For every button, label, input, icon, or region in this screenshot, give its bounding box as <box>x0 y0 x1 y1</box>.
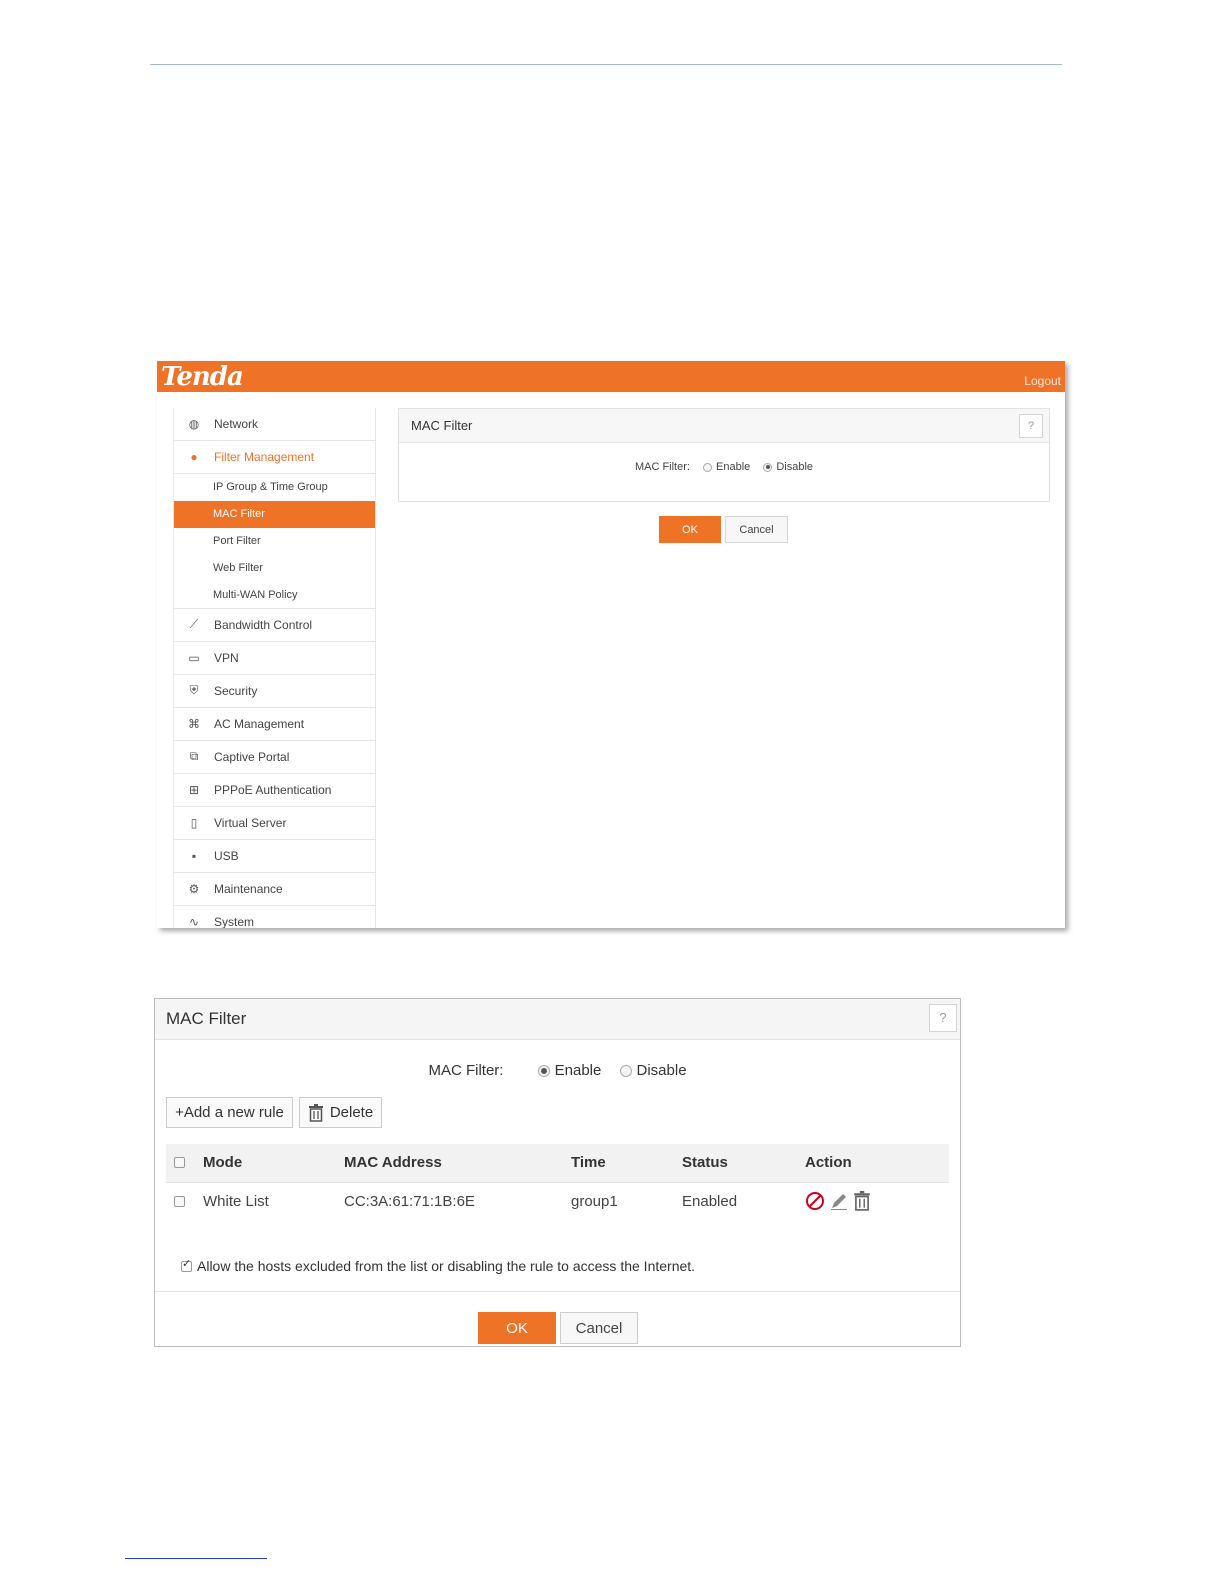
server-icon: ▯ <box>190 815 198 830</box>
sidebar-item-label: System <box>214 914 255 928</box>
ok-button[interactable]: OK <box>659 516 721 543</box>
sidebar-item-bandwidth-control[interactable]: ⟋ Bandwidth Control <box>174 609 375 642</box>
bandwidth-icon: ⟋ <box>189 617 199 632</box>
sidebar-item-security[interactable]: ⛨ Security <box>174 675 375 708</box>
vpn-icon: ▭ <box>188 650 200 665</box>
sidebar-item-network[interactable]: ◍ Network <box>174 408 375 441</box>
enable-radio[interactable] <box>537 1065 550 1078</box>
disable-radio[interactable] <box>619 1065 632 1078</box>
globe-icon: ◍ <box>188 417 200 431</box>
allow-hosts-option: Allow the hosts excluded from the list o… <box>181 1257 696 1274</box>
footer-link-underline[interactable] <box>125 1558 267 1559</box>
select-all-checkbox[interactable] <box>174 1157 185 1168</box>
mac-filter-panel: MAC Filter ? MAC Filter: Enable Disable <box>398 408 1050 502</box>
pulse-icon: ∿ <box>188 914 200 928</box>
allow-hosts-label: Allow the hosts excluded from the list o… <box>197 1258 696 1274</box>
add-rule-button[interactable]: +Add a new rule <box>166 1097 293 1128</box>
enable-label: Enable <box>716 461 751 473</box>
col-status: Status <box>682 1154 728 1171</box>
cell-action <box>805 1191 871 1213</box>
brand-logo: Tenda <box>161 362 244 392</box>
filter-user-icon: ● <box>190 450 198 464</box>
sidebar-item-label: Security <box>214 683 258 698</box>
table-header: Mode MAC Address Time Status Action <box>166 1144 949 1183</box>
sidebar-item-label: Bandwidth Control <box>214 617 313 632</box>
shield-icon: ⛨ <box>189 683 199 698</box>
sidebar-item-label: Captive Portal <box>214 749 290 764</box>
sidebar-item-vpn[interactable]: ▭ VPN <box>174 642 375 675</box>
col-mode: Mode <box>203 1154 243 1171</box>
header-rule <box>150 64 1062 65</box>
mac-filter-toggle-row: MAC Filter: Enable Disable <box>399 461 1049 473</box>
cell-mac-address: CC:3A:61:71:1B:6E <box>344 1193 475 1210</box>
sidebar-item-label: Maintenance <box>214 881 283 896</box>
sidebar-item-usb[interactable]: ▪ USB <box>174 840 375 873</box>
sidebar-item-label: Filter Management <box>214 450 315 464</box>
delete-button[interactable]: Delete <box>299 1097 382 1128</box>
table-row: White List CC:3A:61:71:1B:6E group1 Enab… <box>166 1183 949 1221</box>
submenu-port-filter[interactable]: Port Filter <box>174 528 375 555</box>
router-ui-screenshot: Tenda Logout ◍ Network ● Filter Manageme… <box>157 361 1065 928</box>
top-bar: Tenda Logout <box>157 361 1065 392</box>
sidebar-item-label: AC Management <box>214 716 305 731</box>
col-time: Time <box>571 1154 606 1171</box>
sidebar-item-pppoe-authentication[interactable]: ⊞ PPPoE Authentication <box>174 774 375 807</box>
filter-submenu: IP Group & Time Group MAC Filter Port Fi… <box>174 474 375 609</box>
submenu-ip-group[interactable]: IP Group & Time Group <box>174 474 375 501</box>
allow-hosts-checkbox[interactable] <box>181 1257 192 1272</box>
sidebar: ◍ Network ● Filter Management IP Group &… <box>173 408 376 928</box>
sidebar-item-ac-management[interactable]: ⌘ AC Management <box>174 708 375 741</box>
mac-filter-label: MAC Filter: <box>634 461 690 473</box>
panel-header: MAC Filter ? <box>399 409 1049 443</box>
sidebar-item-label: VPN <box>214 650 239 665</box>
sidebar-item-label: Virtual Server <box>214 815 287 830</box>
cell-status: Enabled <box>682 1193 738 1210</box>
submenu-multi-wan-policy[interactable]: Multi-WAN Policy <box>174 581 375 608</box>
submenu-web-filter[interactable]: Web Filter <box>174 554 375 581</box>
help-button[interactable]: ? <box>929 1004 957 1032</box>
trash-icon <box>308 1103 323 1122</box>
usb-icon: ▪ <box>191 848 197 863</box>
sidebar-item-captive-portal[interactable]: ⧉ Captive Portal <box>174 741 375 774</box>
sidebar-item-virtual-server[interactable]: ▯ Virtual Server <box>174 807 375 840</box>
mac-filter-toggle-row: MAC Filter: Enable Disable <box>155 1062 960 1079</box>
sidebar-item-label: PPPoE Authentication <box>214 782 332 797</box>
portal-icon: ⧉ <box>189 749 199 764</box>
ok-button[interactable]: OK <box>478 1312 556 1344</box>
gear-icon: ⚙ <box>188 881 200 896</box>
enable-radio[interactable] <box>703 462 713 472</box>
panel-header: MAC Filter ? <box>155 999 960 1040</box>
mac-filter-label: MAC Filter: <box>428 1062 504 1079</box>
sidebar-item-system[interactable]: ∿ System <box>174 906 375 928</box>
col-action: Action <box>805 1154 852 1171</box>
sidebar-item-filter-management[interactable]: ● Filter Management <box>174 441 375 474</box>
cell-mode: White List <box>203 1193 269 1210</box>
enable-label: Enable <box>554 1062 602 1079</box>
panel-title: MAC Filter <box>411 418 473 433</box>
mac-filter-enabled-panel: MAC Filter ? MAC Filter: Enable Disable … <box>154 998 961 1347</box>
cancel-button[interactable]: Cancel <box>560 1312 638 1344</box>
disable-label: Disable <box>776 461 814 473</box>
trash-icon[interactable] <box>853 1191 871 1211</box>
edit-icon[interactable] <box>829 1191 849 1211</box>
sidebar-item-maintenance[interactable]: ⚙ Maintenance <box>174 873 375 906</box>
logout-link[interactable]: Logout <box>1024 374 1061 388</box>
footer-divider <box>155 1291 960 1292</box>
sidebar-item-label: Network <box>214 417 259 431</box>
panel-title: MAC Filter <box>166 1009 247 1028</box>
help-button[interactable]: ? <box>1019 414 1043 438</box>
col-mac-address: MAC Address <box>344 1154 442 1171</box>
ac-icon: ⌘ <box>188 716 200 731</box>
disable-label: Disable <box>636 1062 687 1079</box>
cancel-button[interactable]: Cancel <box>725 516 788 543</box>
disable-radio[interactable] <box>763 462 773 472</box>
row-checkbox[interactable] <box>174 1196 185 1207</box>
sidebar-item-label: USB <box>214 848 239 863</box>
submenu-mac-filter[interactable]: MAC Filter <box>174 500 375 528</box>
delete-label: Delete <box>329 1104 374 1121</box>
cell-time: group1 <box>571 1193 618 1210</box>
disable-rule-icon[interactable] <box>805 1191 825 1211</box>
pppoe-icon: ⊞ <box>188 782 200 797</box>
